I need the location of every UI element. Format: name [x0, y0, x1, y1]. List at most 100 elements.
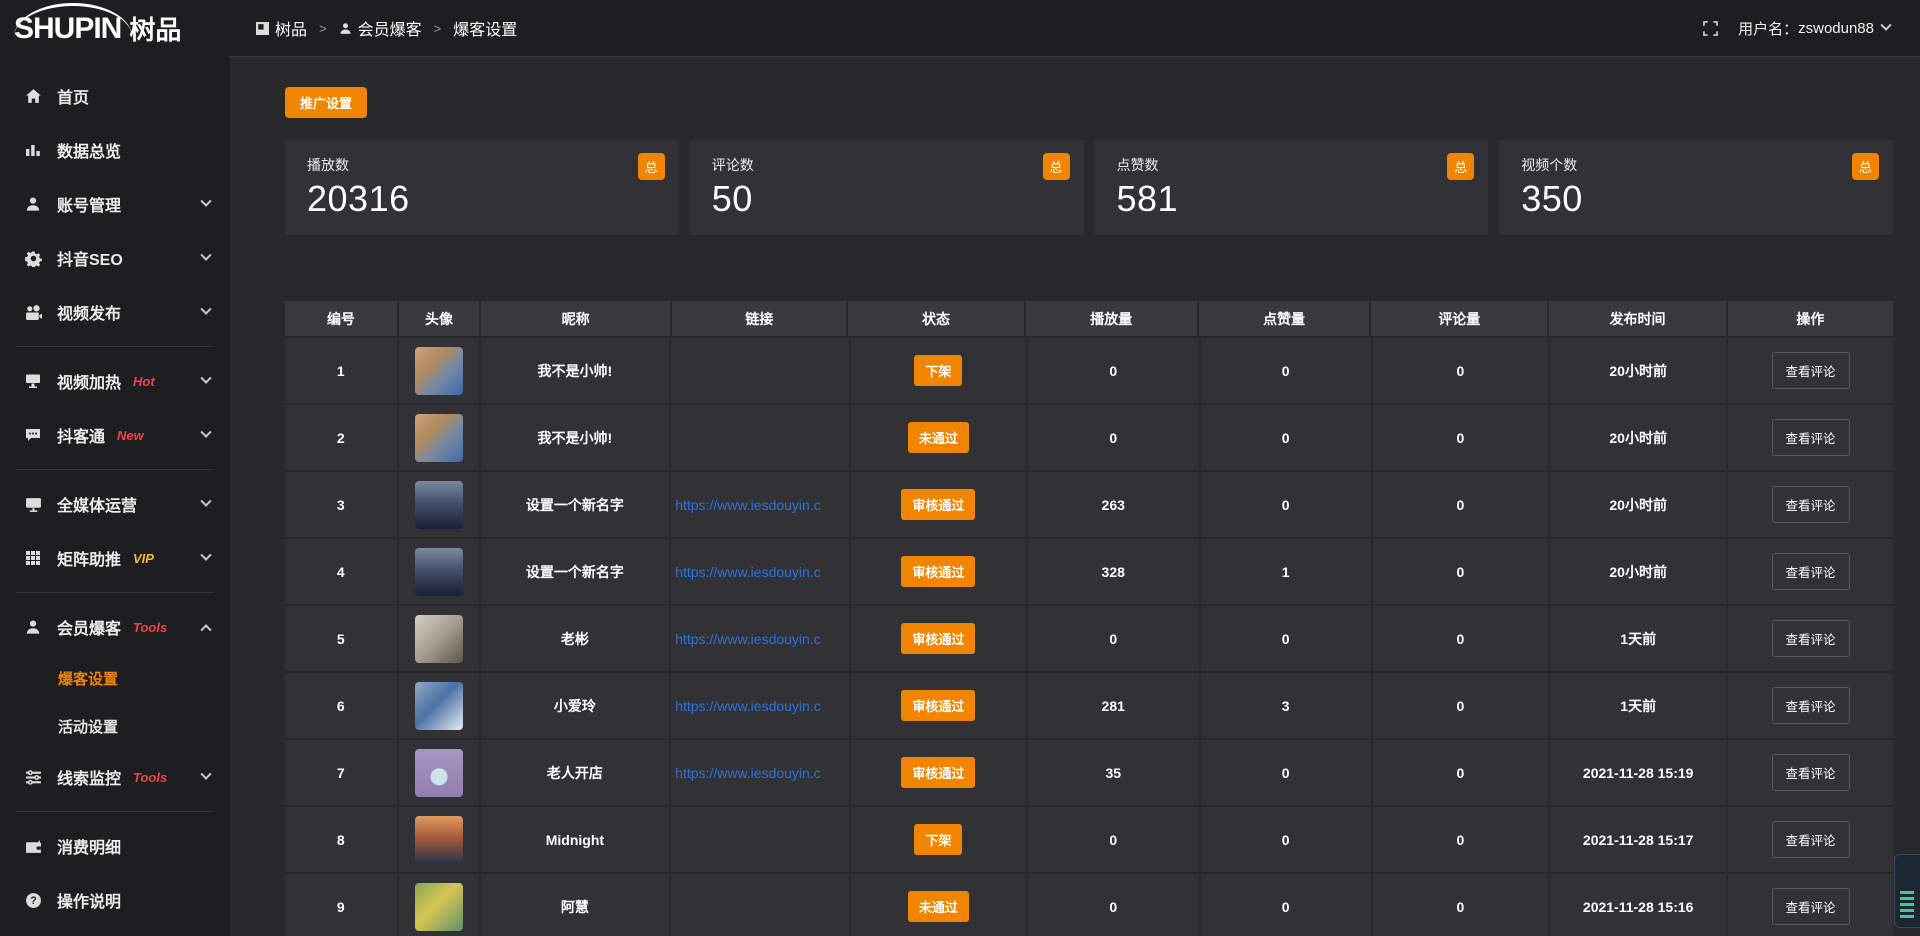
table-row: 1 我不是小帅! 下架 0 0 0 20小时前 查看评论: [285, 338, 1893, 403]
breadcrumb-label: 会员爆客: [358, 16, 422, 40]
fullscreen-button[interactable]: [1703, 21, 1718, 36]
nickname: 设置一个新名字: [526, 562, 624, 582]
stat-card-comments: 评论数 50 总: [690, 140, 1084, 235]
likes-value: 0: [1282, 363, 1290, 379]
plays-value: 35: [1105, 765, 1121, 781]
vip-tag: VIP: [133, 551, 154, 566]
sidebar-item-label: 线索监控: [57, 765, 121, 789]
sidebar-item-instructions[interactable]: ? 操作说明: [0, 873, 230, 927]
action-cell: 查看评论: [1728, 874, 1893, 936]
table-row: 3 设置一个新名字 https://www.iesdouyin.c 审核通过 2…: [285, 472, 1893, 537]
sidebar-item-lead-monitor[interactable]: 线索监控 Tools: [0, 750, 230, 804]
sidebar-item-member-baoke[interactable]: 会员爆客 Tools: [0, 600, 230, 654]
plays-value: 263: [1102, 497, 1125, 513]
dashboard-icon: [256, 22, 269, 35]
status-badge: 未通过: [908, 422, 969, 453]
likes-cell: 0: [1201, 405, 1371, 470]
grid-icon: [24, 549, 42, 567]
publish-time: 20小时前: [1609, 562, 1667, 582]
likes-cell: 0: [1201, 472, 1371, 537]
avatar-cell: [399, 874, 479, 936]
monitor-icon: [24, 495, 42, 513]
stat-card-label: 点赞数: [1117, 155, 1467, 175]
comments-cell: 0: [1373, 807, 1549, 872]
view-comments-button[interactable]: 查看评论: [1772, 754, 1850, 791]
sidebar-item-matrix-boost[interactable]: 矩阵助推 VIP: [0, 531, 230, 585]
column-header: 评论量: [1371, 301, 1547, 336]
time-cell: 1天前: [1550, 606, 1726, 671]
sidebar-item-video-heat[interactable]: 视频加热 Hot: [0, 354, 230, 408]
sidebar-item-account-management[interactable]: 账号管理: [0, 177, 230, 231]
stat-cards: 播放数 20316 总 评论数 50 总 点赞数 581 总 视频个数 350 …: [285, 140, 1893, 235]
chevron-up-icon: [200, 624, 211, 635]
sidebar-item-douketong[interactable]: 抖客通 New: [0, 408, 230, 462]
sidebar-subitem-baoke-settings[interactable]: 爆客设置: [0, 654, 230, 702]
video-link[interactable]: https://www.iesdouyin.c: [675, 765, 821, 781]
view-comments-button[interactable]: 查看评论: [1772, 687, 1850, 724]
nickname-cell: Midnight: [481, 807, 670, 872]
sidebar-item-omnimedia[interactable]: 全媒体运营: [0, 477, 230, 531]
nickname-cell: 我不是小帅!: [481, 405, 670, 470]
user-menu[interactable]: 用户名： zswodun88: [1738, 18, 1890, 39]
sidebar-item-home[interactable]: 首页: [0, 69, 230, 123]
publish-time: 1天前: [1620, 696, 1656, 716]
nickname-cell: 阿慧: [481, 874, 670, 936]
row-id-cell: 3: [285, 472, 397, 537]
view-comments-button[interactable]: 查看评论: [1772, 553, 1850, 590]
publish-time: 2021-11-28 15:16: [1583, 899, 1694, 915]
video-link[interactable]: https://www.iesdouyin.c: [675, 497, 821, 513]
avatar-cell: [399, 606, 479, 671]
row-id: 6: [337, 698, 345, 714]
home-icon: [24, 87, 42, 105]
video-link[interactable]: https://www.iesdouyin.c: [675, 698, 821, 714]
table-row: 8 Midnight 下架 0 0 0 2021-11-28 15:17 查看评…: [285, 807, 1893, 872]
logo: SHUPIN 树品: [0, 0, 230, 57]
plays-cell: 0: [1028, 874, 1199, 936]
sidebar-item-label: 首页: [57, 84, 89, 108]
sidebar-item-label: 数据总览: [57, 138, 121, 162]
sidebar-item-data-overview[interactable]: 数据总览: [0, 123, 230, 177]
sidebar-item-video-publish[interactable]: 视频发布: [0, 285, 230, 339]
likes-cell: 0: [1201, 740, 1371, 805]
column-header: 播放量: [1026, 301, 1197, 336]
gear-icon: [24, 249, 42, 267]
view-comments-button[interactable]: 查看评论: [1772, 888, 1850, 925]
video-link[interactable]: https://www.iesdouyin.c: [675, 564, 821, 580]
chevron-down-icon: [200, 373, 211, 384]
promotion-settings-button[interactable]: 推广设置: [285, 87, 367, 118]
link-cell: https://www.iesdouyin.c: [671, 472, 849, 537]
row-id: 4: [337, 564, 345, 580]
video-camera-icon: [24, 303, 42, 321]
plays-value: 281: [1102, 698, 1125, 714]
videos-table: 编号 头像 昵称 链接 状态 播放量 点赞量 评论量 发布时间 操作 1 我不是…: [285, 301, 1893, 936]
comments-cell: 0: [1373, 606, 1549, 671]
plays-cell: 0: [1028, 405, 1199, 470]
status-cell: 未通过: [851, 874, 1026, 936]
view-comments-button[interactable]: 查看评论: [1772, 620, 1850, 657]
chat-icon: [24, 426, 42, 444]
sidebar-item-douyin-seo[interactable]: 抖音SEO: [0, 231, 230, 285]
view-comments-button[interactable]: 查看评论: [1772, 821, 1850, 858]
video-link[interactable]: https://www.iesdouyin.c: [675, 631, 821, 647]
sidebar-subitem-activity-settings[interactable]: 活动设置: [0, 702, 230, 750]
chevron-down-icon: [1880, 20, 1891, 31]
breadcrumb-item-shupin[interactable]: 树品: [256, 16, 307, 40]
floating-widget[interactable]: [1894, 854, 1920, 928]
view-comments-button[interactable]: 查看评论: [1772, 352, 1850, 389]
sidebar-item-consumption-details[interactable]: 消费明细: [0, 819, 230, 873]
view-comments-button[interactable]: 查看评论: [1772, 486, 1850, 523]
action-cell: 查看评论: [1728, 606, 1893, 671]
comments-cell: 0: [1373, 338, 1549, 403]
nickname-cell: 设置一个新名字: [481, 472, 670, 537]
sidebar-subitem-label: 爆客设置: [58, 668, 118, 689]
comments-value: 0: [1457, 899, 1465, 915]
view-comments-button[interactable]: 查看评论: [1772, 419, 1850, 456]
status-cell: 审核通过: [851, 673, 1026, 738]
likes-value: 3: [1282, 698, 1290, 714]
row-id-cell: 2: [285, 405, 397, 470]
breadcrumb-item-member-baoke[interactable]: 会员爆客: [339, 16, 422, 40]
plays-value: 0: [1109, 631, 1117, 647]
row-id-cell: 1: [285, 338, 397, 403]
publish-time: 20小时前: [1609, 495, 1667, 515]
plays-cell: 328: [1028, 539, 1199, 604]
